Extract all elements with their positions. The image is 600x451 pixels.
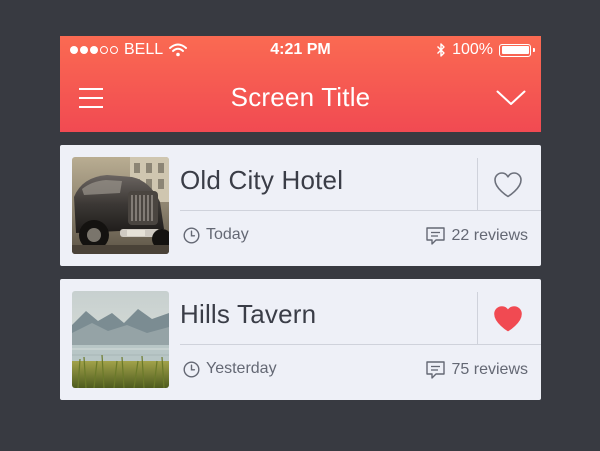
reviews-label: 22 reviews: [451, 227, 528, 244]
app-header: BELL 4:21 PM 100% Screen Title: [60, 36, 541, 132]
chevron-down-icon[interactable]: [496, 90, 526, 106]
listing-reviews[interactable]: 22 reviews: [425, 226, 528, 246]
listing-card[interactable]: Hills Tavern Yesterday 75 reviews: [60, 279, 541, 400]
listing-date: Today: [183, 226, 249, 244]
navigation-bar: Screen Title: [60, 76, 541, 120]
lake-mountains-thumbnail: [72, 291, 169, 388]
battery-icon: [499, 43, 535, 57]
heart-outline-icon[interactable]: [493, 171, 523, 199]
reviews-label: 75 reviews: [451, 361, 528, 378]
clock-icon: [183, 226, 200, 244]
horizontal-divider: [180, 210, 541, 211]
comment-icon: [425, 227, 445, 245]
comment-icon: [425, 361, 445, 379]
listing-reviews[interactable]: 75 reviews: [425, 360, 528, 380]
heart-filled-icon[interactable]: [493, 305, 523, 333]
status-right: 100%: [436, 41, 535, 59]
vertical-divider: [477, 292, 478, 344]
horizontal-divider: [180, 344, 541, 345]
vertical-divider: [477, 158, 478, 210]
listing-card[interactable]: Old City Hotel Today 22 reviews: [60, 145, 541, 266]
listing-title[interactable]: Hills Tavern: [180, 299, 316, 330]
status-bar: BELL 4:21 PM 100%: [60, 36, 541, 64]
vintage-car-thumbnail: [72, 157, 169, 254]
listing-title[interactable]: Old City Hotel: [180, 165, 343, 196]
bluetooth-icon: [437, 43, 445, 57]
battery-percentage: 100%: [452, 41, 493, 58]
screen-title: Screen Title: [230, 82, 371, 112]
listing-date: Yesterday: [183, 360, 277, 378]
date-label: Today: [206, 226, 249, 243]
phone-screen: BELL 4:21 PM 100% Screen Title Old City …: [60, 36, 541, 400]
date-label: Yesterday: [206, 360, 277, 377]
clock-icon: [183, 360, 200, 378]
